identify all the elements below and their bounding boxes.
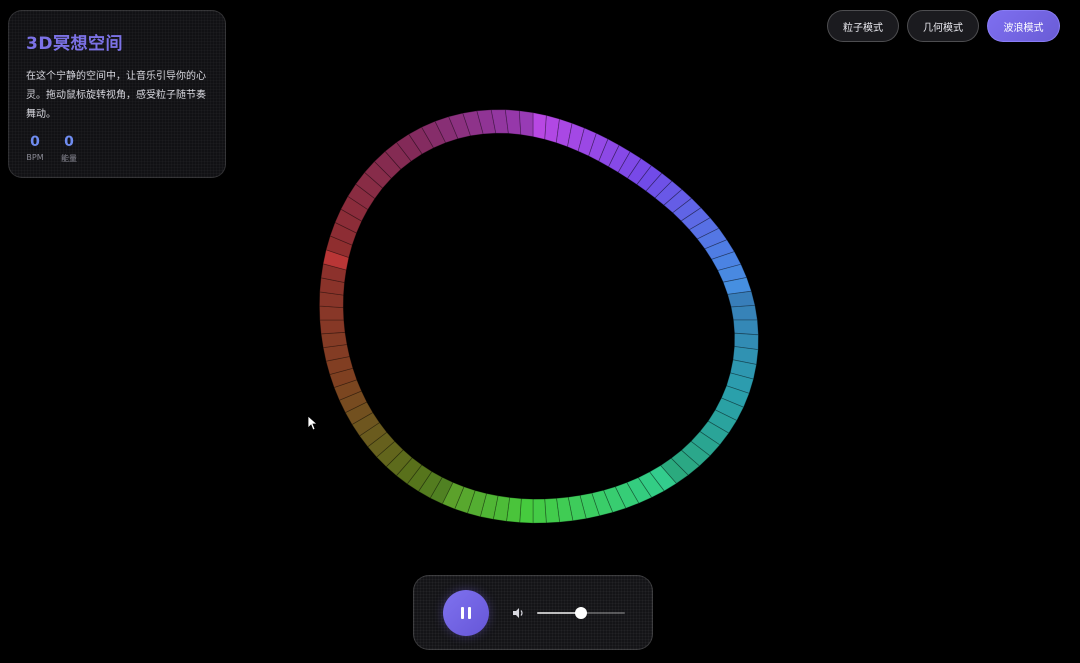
stat-bpm: 0 BPM: [26, 134, 44, 164]
wave-segment: [318, 305, 345, 321]
wave-segment: [519, 498, 534, 524]
wave-segment: [518, 110, 534, 138]
wave-segment: [320, 331, 348, 349]
visualizer-stage[interactable]: 3D冥想空间 在这个宁静的空间中，让音乐引导你的心灵。拖动鼠标旋转视角，感受粒子…: [0, 0, 1080, 663]
wave-segment: [319, 319, 346, 335]
wave-segment: [727, 290, 756, 308]
wave-mode-button[interactable]: 波浪模式: [987, 10, 1060, 42]
audio-player: [413, 575, 653, 650]
pause-icon: [461, 606, 471, 619]
bpm-label: BPM: [26, 153, 44, 162]
wave-segment: [544, 497, 561, 524]
wave-segment: [532, 498, 547, 524]
energy-label: 能量: [61, 154, 77, 163]
info-panel: 3D冥想空间 在这个宁静的空间中，让音乐引导你的心灵。拖动鼠标旋转视角，感受粒子…: [8, 10, 226, 178]
stats-row: 0 BPM 0 能量: [26, 134, 209, 164]
mode-switcher: 粒子模式 几何模式 波浪模式: [827, 10, 1060, 42]
particle-mode-button[interactable]: 粒子模式: [827, 10, 899, 42]
mouse-cursor-icon: [307, 415, 317, 431]
stat-energy: 0 能量: [60, 134, 78, 164]
volume-slider[interactable]: [537, 606, 625, 620]
wave-segment: [732, 319, 759, 336]
geometry-mode-button[interactable]: 几何模式: [907, 10, 979, 42]
play-pause-button[interactable]: [443, 589, 489, 636]
energy-value: 0: [64, 134, 74, 150]
speaker-icon[interactable]: [511, 606, 525, 620]
page-title: 3D冥想空间: [26, 34, 123, 54]
wave-segment: [532, 112, 547, 140]
wave-segment: [730, 304, 758, 321]
volume-thumb[interactable]: [575, 606, 587, 619]
bpm-value: 0: [30, 134, 40, 150]
page-description: 在这个宁静的空间中，让音乐引导你的心灵。拖动鼠标旋转视角，感受粒子随节奏舞动。: [26, 71, 206, 120]
